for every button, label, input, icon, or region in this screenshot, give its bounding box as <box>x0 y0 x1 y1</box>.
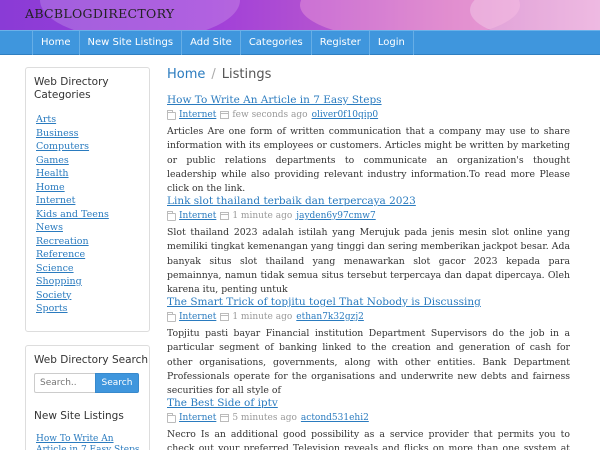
search-heading: Web Directory Search <box>34 354 149 366</box>
listing-meta: Internet few seconds ago oliver0f10qip0 <box>167 109 570 121</box>
breadcrumb-home[interactable]: Home <box>167 67 205 82</box>
listing-author-link[interactable]: actond531ehi2 <box>301 412 369 424</box>
category-link-games[interactable]: Games <box>36 155 69 166</box>
listing-author-link[interactable]: jayden6y97cmw7 <box>296 210 375 222</box>
breadcrumb: Home / Listings <box>167 66 271 84</box>
category-link-internet[interactable]: Internet <box>36 195 75 206</box>
listing-excerpt: Articles Are one form of written communi… <box>167 126 570 195</box>
listing-title[interactable]: The Smart Trick of topjitu togel That No… <box>167 296 570 309</box>
categories-panel: Web Directory Categories Arts Business C… <box>25 67 150 332</box>
banner-decoration <box>470 0 600 30</box>
nav-new-site-listings[interactable]: New Site Listings <box>78 31 182 55</box>
listing-time: 1 minute ago <box>232 312 293 322</box>
new-listings-heading: New Site Listings <box>34 410 124 422</box>
listing-author-link[interactable]: oliver0f10qip0 <box>312 109 379 121</box>
search-panel: Web Directory Search Search New Site Lis… <box>25 345 150 450</box>
listing-category-link[interactable]: Internet <box>179 109 216 121</box>
listing-item: Link slot thailand terbaik dan terpercay… <box>167 195 570 297</box>
listing-time: 1 minute ago <box>232 211 293 221</box>
listing-category-link[interactable]: Internet <box>179 210 216 222</box>
listing-excerpt: Topjitu pasti bayar Financial institutio… <box>167 328 570 397</box>
listing-item: The Best Side of iptv Internet 5 minutes… <box>167 397 570 450</box>
category-list: Arts Business Computers Games Health Hom… <box>36 113 109 316</box>
breadcrumb-separator: / <box>211 67 216 82</box>
listing-title[interactable]: How To Write An Article in 7 Easy Steps <box>167 94 570 107</box>
category-link-society[interactable]: Society <box>36 290 71 301</box>
folder-icon <box>167 109 176 120</box>
nav-login[interactable]: Login <box>368 31 414 55</box>
listing-meta: Internet 5 minutes ago actond531ehi2 <box>167 412 570 424</box>
nav-home[interactable]: Home <box>32 31 79 55</box>
folder-icon <box>167 311 176 322</box>
listing-title[interactable]: The Best Side of iptv <box>167 397 570 410</box>
header-banner: ABCBLOGDIRECTORY <box>0 0 600 30</box>
listing-item: The Smart Trick of topjitu togel That No… <box>167 296 570 398</box>
search-button[interactable]: Search <box>95 373 139 393</box>
listing-author-link[interactable]: ethan7k32gzj2 <box>296 311 364 323</box>
category-link-recreation[interactable]: Recreation <box>36 236 89 247</box>
listing-time: 5 minutes ago <box>232 413 297 423</box>
category-link-sports[interactable]: Sports <box>36 303 68 314</box>
nav-categories[interactable]: Categories <box>239 31 311 55</box>
listing-meta: Internet 1 minute ago jayden6y97cmw7 <box>167 210 570 222</box>
category-link-reference[interactable]: Reference <box>36 249 85 260</box>
category-link-shopping[interactable]: Shopping <box>36 276 82 287</box>
category-link-computers[interactable]: Computers <box>36 141 89 152</box>
search-input[interactable] <box>34 373 95 393</box>
category-link-science[interactable]: Science <box>36 263 74 274</box>
categories-heading: Web Directory Categories <box>34 76 109 101</box>
category-link-kids-and-teens[interactable]: Kids and Teens <box>36 209 109 220</box>
listing-item: How To Write An Article in 7 Easy Steps … <box>167 94 570 196</box>
calendar-icon <box>220 212 230 220</box>
category-link-health[interactable]: Health <box>36 168 69 179</box>
listing-title[interactable]: Link slot thailand terbaik dan terpercay… <box>167 195 570 208</box>
category-link-news[interactable]: News <box>36 222 63 233</box>
folder-icon <box>167 210 176 221</box>
listing-category-link[interactable]: Internet <box>179 311 216 323</box>
nav-register[interactable]: Register <box>310 31 369 55</box>
listing-meta: Internet 1 minute ago ethan7k32gzj2 <box>167 311 570 323</box>
calendar-icon <box>220 313 230 321</box>
nav-add-site[interactable]: Add Site <box>181 31 240 55</box>
listing-time: few seconds ago <box>232 110 308 120</box>
new-listing-link[interactable]: How To Write An Article in 7 Easy Steps <box>36 434 141 450</box>
category-link-arts[interactable]: Arts <box>36 114 56 125</box>
category-link-business[interactable]: Business <box>36 128 79 139</box>
calendar-icon <box>220 111 230 119</box>
listing-excerpt: Necro Is an additional good possibility … <box>167 429 570 450</box>
main-navbar: Home New Site Listings Add Site Categori… <box>0 30 600 55</box>
listing-category-link[interactable]: Internet <box>179 412 216 424</box>
category-link-home[interactable]: Home <box>36 182 65 193</box>
calendar-icon <box>220 414 230 422</box>
listing-excerpt: Slot thailand 2023 adalah istilah yang M… <box>167 227 570 296</box>
breadcrumb-current: Listings <box>221 67 272 82</box>
site-title[interactable]: ABCBLOGDIRECTORY <box>25 6 174 21</box>
search-form: Search <box>34 373 139 393</box>
folder-icon <box>167 412 176 423</box>
